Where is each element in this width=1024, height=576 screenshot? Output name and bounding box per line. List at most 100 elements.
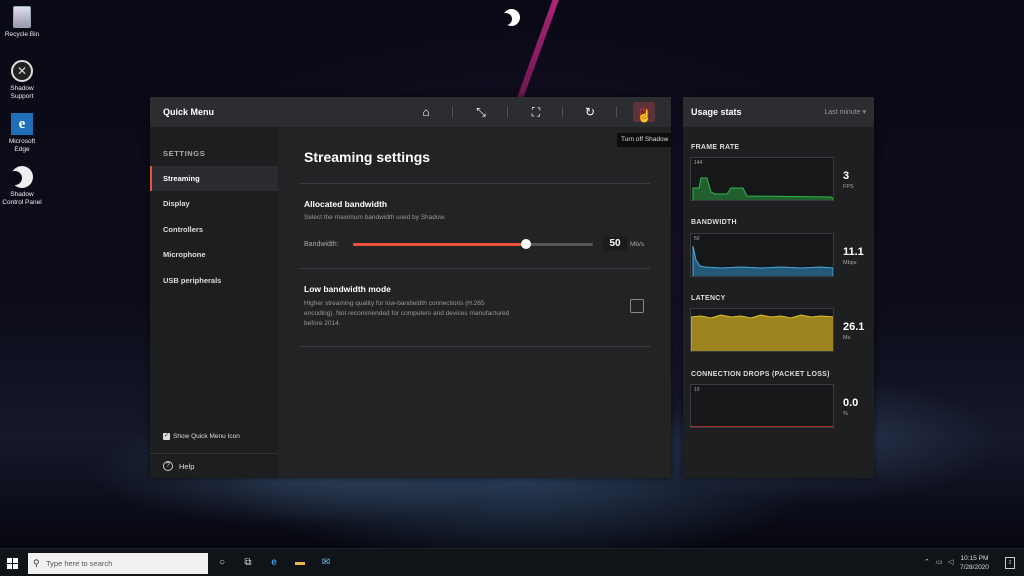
latency-graph — [690, 308, 834, 352]
bandwidth-unit: Mb/s — [630, 241, 645, 248]
packet-loss-unit: % — [843, 411, 848, 417]
slider-fill — [353, 243, 526, 246]
chevron-up-icon[interactable]: ⌃ — [924, 558, 930, 566]
bandwidth-value-input[interactable]: 50 — [603, 237, 627, 251]
windows-start-icon[interactable] — [7, 558, 18, 569]
clock-date: 7/28/2020 — [960, 564, 989, 571]
toolbar-divider — [616, 107, 617, 117]
stat-label-frame-rate: FRAME RATE — [691, 144, 740, 151]
recycle-bin-icon — [13, 6, 31, 28]
description-line: encoding). Not recommended for computers… — [304, 310, 510, 317]
packet-loss-value: 0.0 — [843, 397, 859, 409]
expand-icon[interactable]: ⛶ — [525, 102, 547, 122]
stat-label-packet-loss: CONNECTION DROPS (PACKET LOSS) — [691, 371, 830, 378]
mouse-pointer-icon: ☝ — [637, 109, 652, 123]
toolbar-divider — [452, 107, 453, 117]
description-line: before 2014. — [304, 320, 341, 327]
page-title: Streaming settings — [304, 149, 431, 165]
volume-icon[interactable]: ◁ — [948, 558, 953, 566]
desktop: Recycle Bin ✕ Shadow Support e Microsoft… — [0, 0, 1024, 548]
desktop-icon-label: Shadow Control Panel — [2, 191, 42, 206]
taskbar-clock[interactable]: 10:15 PM 7/28/2020 — [960, 554, 989, 572]
frame-rate-unit: FPS — [843, 184, 854, 190]
latency-sparkline — [691, 314, 833, 351]
settings-content: Streaming settings Allocated bandwidth S… — [278, 127, 671, 478]
help-label: Help — [179, 461, 195, 471]
stat-label-bandwidth: BANDWIDTH — [691, 219, 737, 226]
cortana-icon[interactable]: ○ — [214, 555, 230, 571]
taskbar-search-input[interactable]: ⚲ Type here to search — [28, 553, 208, 574]
bandwidth-label: Bandwidth: — [304, 241, 339, 248]
tooltip: Turn off Shadow — [617, 133, 673, 147]
sidebar-item-display[interactable]: Display — [150, 191, 278, 216]
shrink-icon[interactable]: ⤡ — [470, 102, 492, 122]
bandwidth-graph: 50 — [690, 233, 834, 277]
quick-menu-window: Quick Menu ⌂ ⤡ ⛶ ↻ ⏻ SETTINGS Streaming … — [150, 97, 671, 478]
latency-unit: Ms — [843, 335, 851, 341]
sidebar-item-streaming[interactable]: Streaming — [150, 166, 278, 191]
help-link[interactable]: ? Help — [163, 461, 194, 471]
bandwidth-description: Select the maximum bandwidth used by Sha… — [304, 214, 446, 221]
frame-rate-graph: 144 — [690, 157, 834, 201]
help-icon: ? — [163, 461, 173, 471]
task-view-icon[interactable]: ⧉ — [240, 555, 256, 571]
sidebar-heading: SETTINGS — [163, 149, 206, 158]
settings-sidebar: SETTINGS Streaming Display Controllers M… — [150, 127, 278, 478]
section-divider — [299, 346, 650, 347]
clock-time: 10:15 PM — [960, 555, 989, 562]
desktop-icon-edge[interactable]: e Microsoft Edge — [2, 112, 42, 154]
bandwidth-slider[interactable] — [353, 239, 593, 249]
packet-loss-graph: 10 — [690, 384, 834, 428]
desktop-icon-shadow-control-panel[interactable]: Shadow Control Panel — [2, 165, 42, 207]
taskbar: ⚲ Type here to search ○ ⧉ e ▬ ✉ ⌃ ▭ ◁ 10… — [0, 548, 1024, 576]
desktop-icon-recycle-bin[interactable]: Recycle Bin — [2, 5, 42, 39]
latency-value: 26.1 — [843, 321, 865, 333]
usage-stats-panel: Usage stats Last minute ▾ FRAME RATE 144… — [683, 97, 874, 478]
time-range-dropdown[interactable]: Last minute ▾ — [824, 108, 866, 116]
reload-icon[interactable]: ↻ — [579, 102, 601, 122]
desktop-icon-shadow-support[interactable]: ✕ Shadow Support — [2, 59, 42, 101]
toolbar-divider — [507, 107, 508, 117]
search-placeholder: Type here to search — [46, 559, 113, 568]
chevron-down-icon: ▾ — [862, 109, 866, 116]
sidebar-divider — [150, 453, 278, 454]
shadow-logo-icon — [500, 9, 520, 26]
frame-rate-sparkline — [692, 177, 833, 200]
stat-label-latency: LATENCY — [691, 295, 726, 302]
description-line: Higher streaming quality for low-bandwid… — [304, 300, 485, 307]
desktop-icon-label: Recycle Bin — [4, 31, 40, 38]
checkbox-label: Show Quick Menu Icon — [173, 433, 240, 440]
bandwidth-sparkline — [692, 245, 833, 276]
desktop-icon-label: Shadow Support — [10, 85, 34, 100]
shadow-logo-icon — [8, 166, 33, 188]
usage-stats-title: Usage stats — [691, 107, 742, 117]
file-explorer-icon[interactable]: ▬ — [292, 555, 308, 571]
low-bandwidth-title: Low bandwidth mode — [304, 284, 391, 294]
section-divider — [299, 183, 650, 184]
frame-rate-value: 3 — [843, 170, 850, 182]
low-bandwidth-description: Higher streaming quality for low-bandwid… — [304, 299, 604, 329]
usage-stats-header: Usage stats Last minute ▾ — [683, 97, 874, 127]
sidebar-item-microphone[interactable]: Microphone — [150, 242, 278, 267]
low-bandwidth-checkbox[interactable] — [630, 299, 644, 313]
toolbar-divider — [562, 107, 563, 117]
bandwidth-unit: Mbps — [843, 260, 857, 266]
network-icon[interactable]: ▭ — [936, 558, 943, 566]
home-icon[interactable]: ⌂ — [415, 102, 437, 122]
edge-icon[interactable]: e — [266, 555, 282, 571]
sidebar-item-usb-peripherals[interactable]: USB peripherals — [150, 268, 278, 293]
sidebar-item-controllers[interactable]: Controllers — [150, 217, 278, 242]
bandwidth-value: 11.1 — [843, 246, 864, 258]
slider-handle[interactable] — [520, 239, 531, 249]
quick-menu-title: Quick Menu — [163, 107, 215, 117]
wrench-icon: ✕ — [11, 60, 33, 82]
checkbox-checked-icon[interactable]: ✓ — [163, 433, 170, 440]
show-quick-menu-icon-checkbox[interactable]: ✓ Show Quick Menu Icon — [163, 433, 240, 440]
desktop-icon-label: Microsoft Edge — [8, 138, 36, 153]
time-range-label: Last minute — [824, 109, 861, 116]
packet-loss-sparkline — [691, 426, 833, 427]
edge-icon: e — [11, 113, 33, 135]
bandwidth-section-title: Allocated bandwidth — [304, 199, 388, 209]
notification-icon[interactable]: 2 — [1005, 557, 1015, 569]
mail-icon[interactable]: ✉ — [318, 555, 334, 571]
